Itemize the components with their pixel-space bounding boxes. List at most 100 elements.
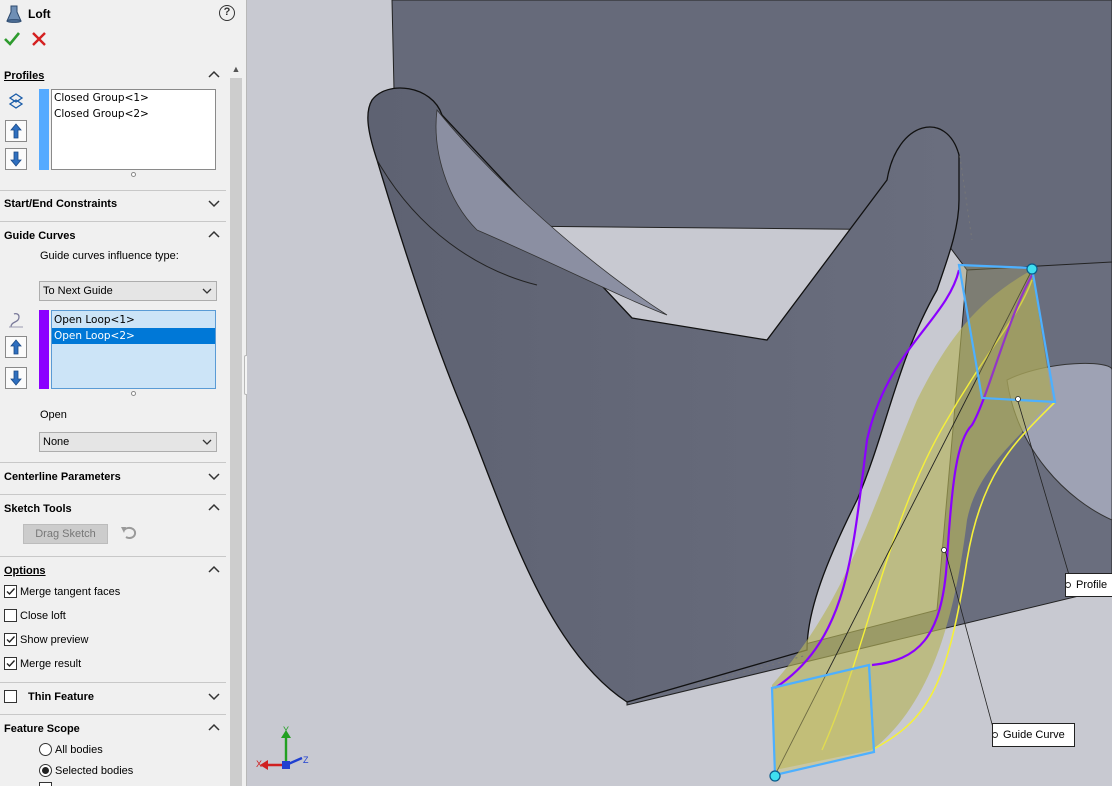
merge-result-label[interactable]: Merge result [20, 658, 81, 670]
property-manager-panel: Loft ? ▲ Profiles Closed Group<1> Closed… [0, 0, 247, 786]
callout-anchor-icon [1065, 582, 1071, 588]
callout-anchor-dot [1015, 396, 1021, 402]
arrow-up-icon [10, 123, 22, 139]
divider [0, 190, 226, 191]
section-profiles-title: Profiles [4, 70, 45, 82]
handle-point-icon[interactable] [769, 770, 781, 782]
guide-curves-color-bar [39, 310, 49, 389]
show-preview-label[interactable]: Show preview [20, 634, 88, 646]
section-options[interactable]: Options [0, 560, 226, 582]
selected-bodies-label[interactable]: Selected bodies [55, 765, 133, 777]
cancel-x-icon[interactable] [30, 30, 48, 48]
profile-selector-icon [8, 93, 24, 109]
list-item[interactable]: Open Loop<1> [52, 312, 215, 328]
close-loft-label[interactable]: Close loft [20, 610, 66, 622]
guide-move-up-button[interactable] [5, 336, 27, 358]
section-guide-curves[interactable]: Guide Curves [0, 225, 226, 247]
list-item[interactable]: Closed Group<2> [52, 106, 215, 122]
handle-point-icon[interactable] [1026, 263, 1038, 275]
section-centerline-parameters[interactable]: Centerline Parameters [0, 466, 226, 488]
chevron-down-icon[interactable] [207, 469, 221, 483]
chevron-down-icon [202, 288, 212, 294]
show-preview-checkbox[interactable] [4, 633, 17, 646]
divider [0, 714, 226, 715]
callout-profile[interactable]: Profile [1065, 573, 1112, 597]
section-start-end-constraints[interactable]: Start/End Constraints [0, 193, 226, 215]
list-item[interactable]: Closed Group<1> [52, 90, 215, 106]
chevron-up-icon[interactable] [207, 68, 221, 82]
arrow-down-icon [10, 151, 22, 167]
callout-anchor-icon [992, 732, 998, 738]
merge-result-checkbox[interactable] [4, 657, 17, 670]
guide-curves-resize-grip[interactable] [131, 391, 136, 396]
profiles-color-bar [39, 89, 49, 170]
panel-scrollbar[interactable]: ▲ [228, 62, 244, 786]
all-bodies-radio[interactable] [39, 743, 52, 756]
section-sketch-tools-title: Sketch Tools [4, 503, 72, 515]
callout-guide-curve[interactable]: Guide Curve [992, 723, 1075, 747]
profile-move-up-button[interactable] [5, 120, 27, 142]
property-manager-title: Loft [28, 7, 51, 21]
guide-influence-label: Guide curves influence type: [40, 250, 179, 262]
divider [0, 556, 226, 557]
open-select-value: None [43, 436, 70, 448]
section-guide-curves-title: Guide Curves [4, 230, 76, 242]
checkmark-icon [6, 588, 16, 596]
callout-guide-label: Guide Curve [1003, 729, 1065, 741]
section-thin-feature[interactable]: Thin Feature [0, 686, 226, 708]
undo-icon[interactable] [119, 524, 139, 542]
triad-z-label: Z [303, 755, 309, 765]
list-item-selected[interactable]: Open Loop<2> [52, 328, 215, 344]
chevron-up-icon[interactable] [207, 228, 221, 242]
open-label: Open [40, 409, 67, 421]
ok-check-icon[interactable] [3, 30, 21, 48]
chevron-up-icon[interactable] [207, 563, 221, 577]
arrow-up-icon [10, 339, 22, 355]
guide-curves-listbox[interactable]: Open Loop<1> Open Loop<2> [51, 310, 216, 389]
merge-tangent-checkbox[interactable] [4, 585, 17, 598]
chevron-up-icon[interactable] [207, 501, 221, 515]
loft-icon [6, 5, 22, 23]
model-canvas[interactable] [247, 0, 1112, 786]
body-checkbox-partial[interactable] [39, 782, 52, 786]
section-sketch-tools[interactable]: Sketch Tools [0, 498, 226, 520]
profile-move-down-button[interactable] [5, 148, 27, 170]
chevron-down-icon[interactable] [207, 196, 221, 210]
profiles-resize-grip[interactable] [131, 172, 136, 177]
callout-profile-label: Profile [1076, 579, 1108, 591]
scroll-thumb[interactable] [230, 78, 242, 786]
radio-dot [42, 767, 49, 774]
guide-move-down-button[interactable] [5, 367, 27, 389]
divider [0, 682, 226, 683]
chevron-down-icon[interactable] [207, 689, 221, 703]
chevron-up-icon[interactable] [207, 721, 221, 735]
triad-y-label: Y [283, 725, 290, 735]
drag-sketch-button[interactable]: Drag Sketch [23, 524, 108, 544]
section-start-end-title: Start/End Constraints [4, 198, 118, 210]
thin-feature-checkbox[interactable] [4, 690, 17, 703]
graphics-viewport[interactable]: Profile Guide Curve Y X Z [247, 0, 1112, 786]
triad-x-label: X [256, 759, 263, 769]
section-feature-scope[interactable]: Feature Scope [0, 718, 226, 740]
merge-tangent-label[interactable]: Merge tangent faces [20, 586, 120, 598]
scroll-up-icon[interactable]: ▲ [228, 62, 244, 76]
checkmark-icon [6, 660, 16, 668]
arrow-down-icon [10, 370, 22, 386]
chevron-down-icon [202, 439, 212, 445]
guide-influence-select[interactable]: To Next Guide [39, 281, 217, 301]
guide-curve-selector-icon [9, 312, 23, 328]
selected-bodies-radio[interactable] [39, 764, 52, 777]
profiles-listbox[interactable]: Closed Group<1> Closed Group<2> [51, 89, 216, 170]
property-manager-title-row: Loft ? [0, 0, 246, 28]
section-feature-scope-title: Feature Scope [4, 723, 80, 735]
guide-influence-value: To Next Guide [43, 285, 113, 297]
axis-triad [260, 730, 303, 770]
section-profiles[interactable]: Profiles [0, 65, 226, 87]
checkmark-icon [6, 636, 16, 644]
divider [0, 221, 226, 222]
help-icon[interactable]: ? [219, 5, 235, 21]
close-loft-checkbox[interactable] [4, 609, 17, 622]
open-select[interactable]: None [39, 432, 217, 452]
divider [0, 494, 226, 495]
all-bodies-label[interactable]: All bodies [55, 744, 103, 756]
